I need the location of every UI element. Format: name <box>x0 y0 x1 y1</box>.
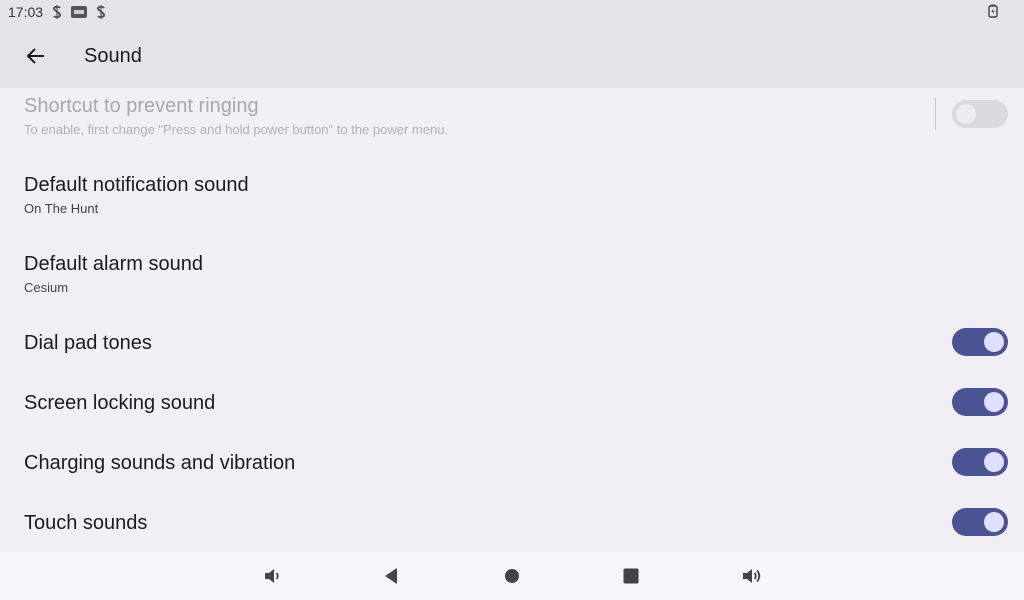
settings-list: Shortcut to prevent ringing To enable, f… <box>0 88 1024 552</box>
screen-locking-sound-switch[interactable] <box>952 388 1008 416</box>
setting-touch-sounds[interactable]: Touch sounds <box>0 493 1024 552</box>
setting-title: Dial pad tones <box>24 332 152 354</box>
setting-title: Screen locking sound <box>24 392 216 414</box>
switch-thumb <box>984 392 1004 412</box>
shortcut-prevent-ringing-switch[interactable] <box>952 100 1008 128</box>
vertical-divider <box>935 98 936 130</box>
back-triangle-icon <box>385 568 397 584</box>
setting-title: Default notification sound <box>24 174 249 196</box>
s-icon <box>95 4 107 20</box>
setting-default-notification-sound[interactable]: Default notification sound On The Hunt <box>0 158 1024 234</box>
setting-summary: To enable, first change "Press and hold … <box>24 122 449 137</box>
navigation-bar <box>0 552 1024 600</box>
setting-dial-pad-tones[interactable]: Dial pad tones <box>0 313 1024 373</box>
volume-up-button[interactable] <box>738 562 766 590</box>
status-time: 17:03 <box>8 4 44 20</box>
charging-sounds-switch[interactable] <box>952 448 1008 476</box>
setting-title: Default alarm sound <box>24 253 203 275</box>
dial-pad-tones-switch[interactable] <box>952 328 1008 356</box>
back-button[interactable] <box>12 32 60 80</box>
page-title: Sound <box>84 44 142 67</box>
dvr-icon <box>71 4 88 20</box>
setting-summary: On The Hunt <box>24 201 99 216</box>
nav-back-button[interactable] <box>377 562 405 590</box>
setting-default-alarm-sound[interactable]: Default alarm sound Cesium <box>0 237 1024 313</box>
nav-recents-button[interactable] <box>617 562 645 590</box>
volume-down-icon <box>265 569 279 583</box>
switch-thumb <box>956 104 976 124</box>
switch-thumb <box>984 332 1004 352</box>
switch-thumb <box>984 452 1004 472</box>
volume-down-button[interactable] <box>258 562 286 590</box>
switch-thumb <box>984 512 1004 532</box>
volume-up-icon <box>743 569 761 583</box>
app-bar: Sound <box>0 24 1024 88</box>
setting-shortcut-prevent-ringing: Shortcut to prevent ringing To enable, f… <box>0 88 1024 152</box>
home-circle-icon <box>505 569 519 583</box>
recents-square-icon <box>623 568 639 584</box>
setting-screen-locking-sound[interactable]: Screen locking sound <box>0 373 1024 433</box>
setting-title: Touch sounds <box>24 512 148 534</box>
arrow-back-icon <box>26 48 44 64</box>
setting-title: Shortcut to prevent ringing <box>24 95 259 117</box>
touch-sounds-switch[interactable] <box>952 508 1008 536</box>
setting-summary: Cesium <box>24 280 69 295</box>
nav-home-button[interactable] <box>498 562 526 590</box>
status-bar: 17:03 <box>0 0 1024 24</box>
battery-charging-icon <box>988 4 998 21</box>
s-icon <box>51 4 63 20</box>
setting-title: Charging sounds and vibration <box>24 452 296 474</box>
setting-charging-sounds-vibration[interactable]: Charging sounds and vibration <box>0 433 1024 493</box>
